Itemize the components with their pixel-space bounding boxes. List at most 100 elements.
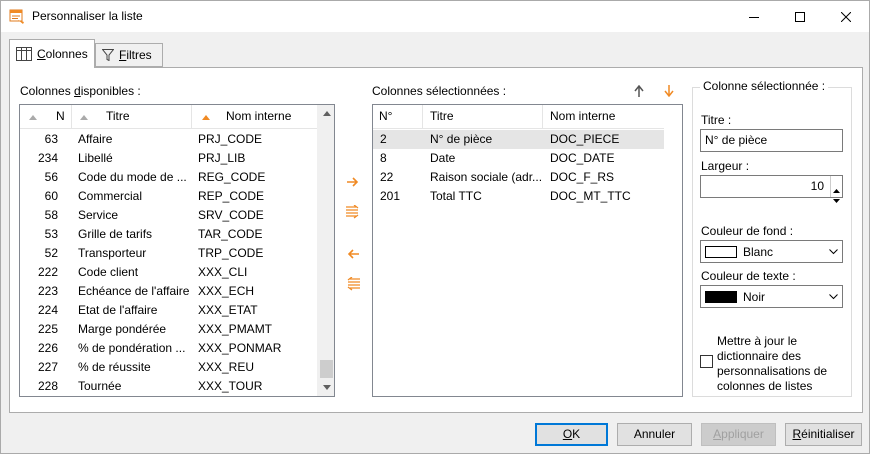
cell-title: % de réussite	[78, 360, 151, 374]
table-row[interactable]: 228 Tournée XXX_TOUR	[20, 377, 318, 396]
cell-num: 63	[44, 132, 58, 146]
cell-internal: DOC_PIECE	[550, 132, 620, 146]
columns-icon	[16, 47, 32, 61]
cell-num: 227	[37, 360, 58, 374]
selected-column-group-label: Colonne sélectionnée :	[700, 79, 829, 93]
ok-button[interactable]: OK	[535, 423, 608, 446]
cell-internal: REG_CODE	[198, 170, 266, 184]
table-row[interactable]: 22 Raison sociale (adr... DOC_F_RS	[373, 168, 664, 187]
header-title[interactable]: Titre	[423, 105, 543, 129]
text-color-swatch	[705, 291, 737, 303]
table-row[interactable]: 60 Commercial REP_CODE	[20, 187, 318, 206]
cell-title: Tournée	[78, 379, 122, 393]
table-row[interactable]: 63 Affaire PRJ_CODE	[20, 130, 318, 149]
update-dictionary-label: Mettre à jour le dictionnaire des person…	[717, 334, 828, 393]
dialog-window: Personnaliser la liste Colonnes Filtres	[0, 0, 870, 454]
cell-num: 8	[380, 151, 387, 165]
cell-internal: REP_CODE	[198, 189, 265, 203]
apply-button[interactable]: Appliquer	[701, 423, 776, 446]
cell-title: Date	[430, 151, 456, 165]
title-field-label: Titre :	[701, 113, 732, 127]
table-row[interactable]: 234 Libellé PRJ_LIB	[20, 149, 318, 168]
remove-column-button[interactable]	[342, 243, 364, 265]
remove-all-columns-button[interactable]	[342, 273, 364, 295]
header-num[interactable]: N	[20, 105, 72, 129]
width-stepper[interactable]: 10	[700, 175, 843, 203]
add-all-icon	[346, 205, 359, 219]
table-row[interactable]: 223 Echéance de l'affaire XXX_ECH	[20, 282, 318, 301]
table-row[interactable]: 224 Etat de l'affaire XXX_ETAT	[20, 301, 318, 320]
header-internal-name[interactable]: Nom interne	[543, 105, 664, 129]
table-row[interactable]: 225 Marge pondérée XXX_PMAMT	[20, 320, 318, 339]
text-color-select[interactable]: Noir	[700, 285, 843, 308]
customize-list-icon	[9, 9, 25, 25]
stepper-down-icon[interactable]	[833, 189, 840, 210]
arrow-down-icon	[664, 85, 674, 97]
table-row[interactable]: 53 Grille de tarifs TAR_CODE	[20, 225, 318, 244]
cell-internal: PRJ_LIB	[198, 151, 246, 165]
arrow-right-icon	[347, 177, 359, 187]
cell-num: 201	[380, 189, 401, 203]
background-color-swatch	[705, 246, 737, 258]
tab-filtres[interactable]: Filtres	[95, 43, 163, 67]
scroll-down-button[interactable]	[318, 379, 334, 396]
cell-internal: DOC_F_RS	[550, 170, 615, 184]
update-dictionary-checkbox[interactable]	[700, 355, 713, 368]
maximize-button[interactable]	[777, 1, 823, 32]
cell-internal: DOC_MT_TTC	[550, 189, 631, 203]
cell-num: 234	[37, 151, 58, 165]
move-up-button[interactable]	[628, 80, 650, 102]
cell-internal: SRV_CODE	[198, 208, 264, 222]
header-title[interactable]: Titre	[72, 105, 192, 129]
chevron-down-icon	[829, 249, 838, 255]
background-color-select[interactable]: Blanc	[700, 240, 843, 263]
table-row[interactable]: 56 Code du mode de ... REG_CODE	[20, 168, 318, 187]
add-all-columns-button[interactable]	[342, 201, 364, 223]
cell-num: 58	[44, 208, 58, 222]
sort-up-icon	[202, 115, 210, 120]
window-title: Personnaliser la liste	[32, 9, 143, 23]
scroll-up-button[interactable]	[318, 105, 334, 122]
filter-icon	[102, 49, 114, 61]
table-row[interactable]: 8 Date DOC_DATE	[373, 149, 664, 168]
cell-title: Code du mode de ...	[78, 170, 187, 184]
cancel-button[interactable]: Annuler	[617, 423, 692, 446]
cell-title: Service	[78, 208, 119, 222]
add-column-button[interactable]	[342, 171, 364, 193]
cell-title: Affaire	[78, 132, 113, 146]
title-field[interactable]: N° de pièce	[700, 129, 843, 152]
table-row[interactable]: 58 Service SRV_CODE	[20, 206, 318, 225]
cell-title: Etat de l'affaire	[78, 303, 158, 317]
move-down-button[interactable]	[658, 80, 680, 102]
tab-colonnes[interactable]: Colonnes	[9, 39, 95, 68]
selected-columns-list[interactable]: N° Titre Nom interne 2 N° de pièce DOC_PIE…	[372, 104, 683, 397]
cell-num: 222	[37, 265, 58, 279]
table-row[interactable]: 222 Code client XXX_CLI	[20, 263, 318, 282]
reset-button[interactable]: Réinitialiser	[785, 423, 862, 446]
text-color-value: Noir	[743, 290, 766, 304]
cell-num: 2	[380, 132, 387, 146]
cell-num: 225	[37, 322, 58, 336]
minimize-button[interactable]	[731, 1, 777, 32]
cell-internal: TRP_CODE	[198, 246, 264, 260]
available-columns-list[interactable]: N Titre Nom interne 63 Affaire PRJ_CODE 234…	[19, 104, 335, 397]
header-num[interactable]: N°	[373, 105, 423, 129]
table-row[interactable]: 52 Transporteur TRP_CODE	[20, 244, 318, 263]
scroll-thumb[interactable]	[320, 360, 333, 378]
close-button[interactable]	[823, 1, 869, 32]
cell-internal: PRJ_CODE	[198, 132, 263, 146]
available-list-header: N Titre Nom interne	[20, 105, 317, 129]
cell-num: 223	[37, 284, 58, 298]
arrow-up-icon	[634, 85, 644, 97]
available-scrollbar[interactable]	[317, 105, 334, 396]
tab-filtres-label: Filtres	[119, 48, 152, 62]
sort-up-icon	[29, 115, 37, 120]
cell-internal: XXX_ETAT	[198, 303, 258, 317]
background-color-label: Couleur de fond :	[701, 224, 794, 238]
cell-internal: XXX_TOUR	[198, 379, 263, 393]
header-internal-name[interactable]: Nom interne	[192, 105, 319, 129]
table-row[interactable]: 201 Total TTC DOC_MT_TTC	[373, 187, 664, 206]
table-row[interactable]: 227 % de réussite XXX_REU	[20, 358, 318, 377]
table-row[interactable]: 226 % de pondération ... XXX_PONMAR	[20, 339, 318, 358]
table-row[interactable]: 2 N° de pièce DOC_PIECE	[373, 130, 664, 149]
